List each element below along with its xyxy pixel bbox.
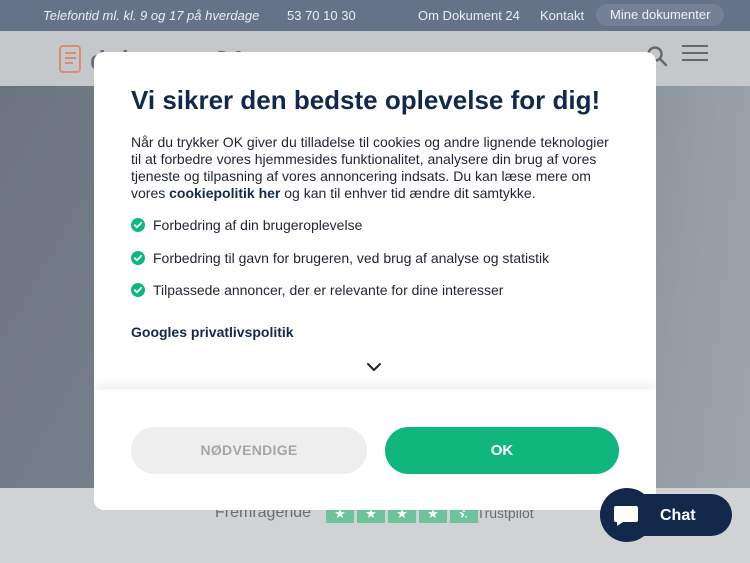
necessary-only-button[interactable]: NØDVENDIGE — [131, 427, 367, 474]
chat-bubble-icon — [614, 506, 638, 526]
benefit-label: Forbedring til gavn for brugeren, ved br… — [153, 249, 550, 266]
dialog-description: Når du trykker OK giver du tilladelse ti… — [131, 134, 621, 202]
check-circle-icon — [131, 250, 145, 265]
benefits-list: Forbedring af din brugeroplevelse Forbed… — [131, 217, 549, 315]
cookie-policy-link[interactable]: cookiepolitik her — [169, 185, 280, 201]
dialog-title: Vi sikrer den bedste oplevelse for dig! — [131, 85, 601, 115]
benefit-label: Forbedring af din brugeroplevelse — [153, 217, 363, 233]
benefit-item: Tilpassede annoncer, der er relevante fo… — [131, 282, 549, 315]
benefit-label: Tilpassede annoncer, der er relevante fo… — [153, 282, 504, 298]
google-privacy-link[interactable]: Googles privatlivspolitik — [131, 324, 294, 340]
check-circle-icon — [131, 283, 145, 297]
dialog-footer: NØDVENDIGE OK — [94, 390, 656, 510]
benefit-item: Forbedring af din brugeroplevelse — [131, 217, 549, 250]
benefit-item: Forbedring til gavn for brugeren, ved br… — [131, 250, 549, 283]
check-circle-icon — [131, 218, 145, 232]
accept-ok-button[interactable]: OK — [385, 427, 619, 474]
cookie-consent-dialog: Vi sikrer den bedste oplevelse for dig! … — [94, 52, 656, 510]
dialog-description-end: og kan til enhver tid ændre dit samtykke… — [280, 185, 536, 201]
chat-label: Chat — [660, 507, 696, 524]
chevron-down-icon[interactable] — [365, 360, 383, 374]
